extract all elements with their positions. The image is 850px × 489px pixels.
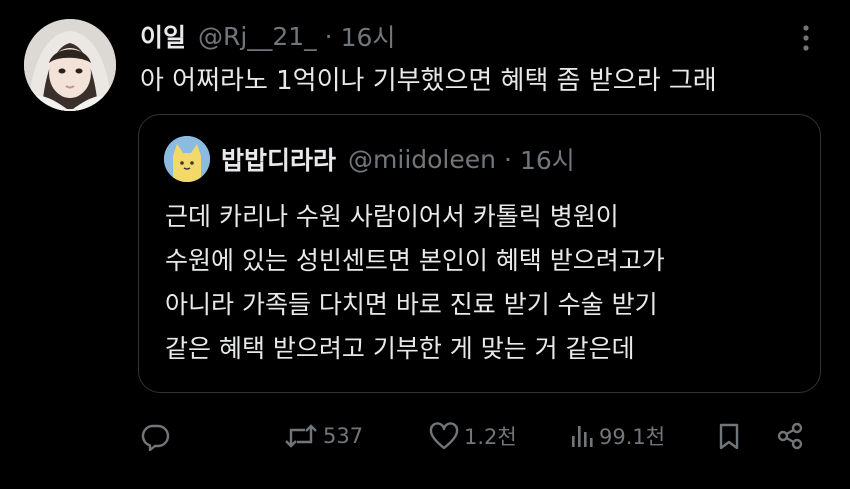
tweet-header: 이일 @Rj__21_ · 16시	[140, 18, 395, 54]
quoted-tweet-text: 근데 카리나 수원 사람이어서 카톨릭 병원이 수원에 있는 성빈센트면 본인이…	[165, 195, 665, 371]
like-button[interactable]: 1.2천	[428, 414, 517, 458]
tweet[interactable]: 이일 @Rj__21_ · 16시 아 어쩌라노 1억이나 기부했으면 혜택 좀…	[0, 0, 850, 489]
quoted-author-name[interactable]: 밥밥디라라	[221, 141, 336, 177]
tweet-timestamp[interactable]: 16시	[341, 18, 396, 54]
separator-dot: ·	[324, 21, 333, 51]
share-icon	[775, 421, 805, 451]
author-avatar[interactable]	[24, 19, 116, 111]
tweet-text: 아 어쩌라노 1억이나 기부했으면 혜택 좀 받으라 그래	[140, 66, 717, 96]
quoted-text-line: 수원에 있는 성빈센트면 본인이 혜택 받으려고가	[165, 246, 665, 275]
quoted-tweet[interactable]: 밥밥디라라 @miidoleen · 16시 근데 카리나 수원 사람이어서 카…	[138, 114, 821, 393]
quoted-text-line: 같은 혜택 받으려고 기부한 게 맞는 거 같은데	[165, 334, 635, 363]
bookmark-button[interactable]	[716, 414, 742, 458]
author-handle[interactable]: @Rj__21_	[198, 22, 317, 51]
quoted-text-line: 근데 카리나 수원 사람이어서 카톨릭 병원이	[165, 202, 619, 231]
quoted-author-avatar[interactable]	[164, 136, 210, 182]
quoted-tweet-timestamp[interactable]: 16시	[520, 141, 575, 177]
views-count: 99.1천	[599, 425, 666, 449]
views-button[interactable]: 99.1천	[569, 414, 665, 458]
quoted-text-line: 아니라 가족들 다치면 바로 진료 받기 수술 받기	[165, 290, 658, 319]
separator-dot: ·	[503, 144, 512, 174]
heart-icon	[428, 421, 460, 451]
reply-icon	[140, 421, 170, 451]
quoted-author-handle[interactable]: @miidoleen	[348, 145, 496, 174]
bookmark-icon	[716, 421, 742, 451]
quoted-tweet-header: 밥밥디라라 @miidoleen · 16시	[221, 141, 575, 177]
analytics-icon	[569, 421, 595, 451]
action-bar: 537 1.2천 99.1천	[0, 414, 850, 458]
retweet-count: 537	[323, 424, 364, 448]
retweet-icon	[283, 421, 319, 451]
reply-button[interactable]	[140, 414, 170, 458]
like-count: 1.2천	[464, 425, 517, 449]
retweet-button[interactable]: 537	[283, 414, 363, 458]
author-name[interactable]: 이일	[140, 18, 186, 54]
more-options-icon[interactable]	[796, 22, 816, 56]
share-button[interactable]	[775, 414, 805, 458]
